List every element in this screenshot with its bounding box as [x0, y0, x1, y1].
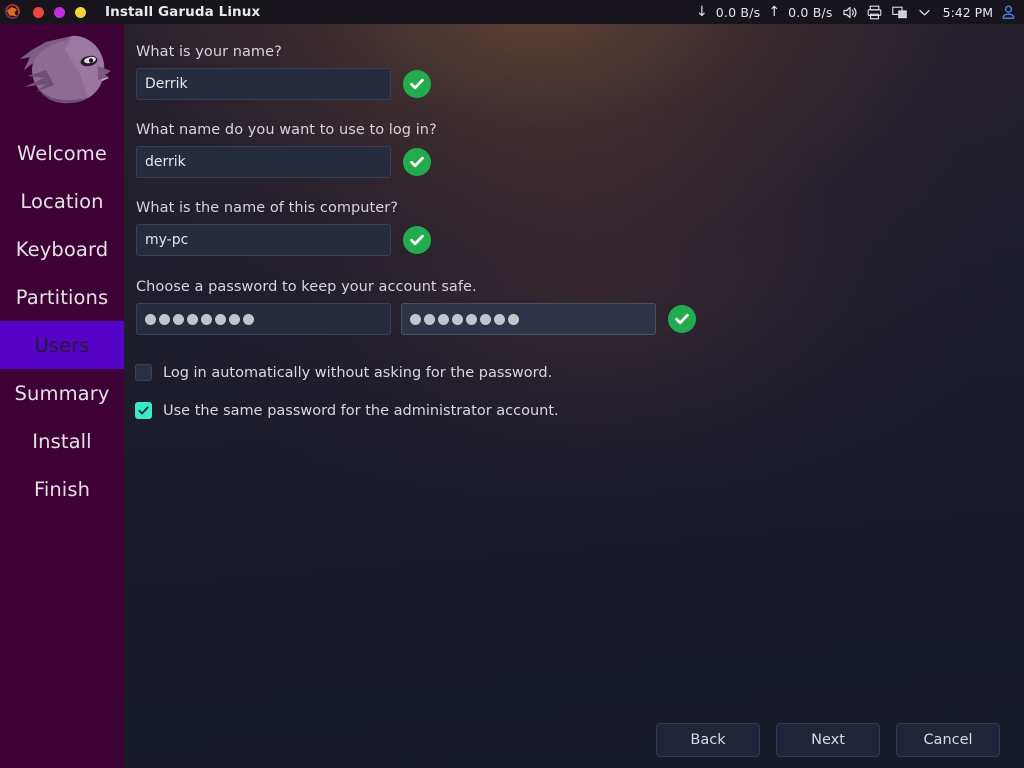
password-label: Choose a password to keep your account s…	[136, 279, 477, 295]
sidebar-item-label: Keyboard	[15, 237, 109, 261]
wizard-footer: Back Next Cancel	[124, 712, 1024, 768]
upload-speed-indicator: ↑	[764, 0, 784, 24]
user-icon[interactable]	[998, 0, 1021, 24]
maximize-button[interactable]	[54, 6, 65, 18]
sidebar-item-users[interactable]: Users	[0, 321, 124, 369]
upload-arrow-icon: ↑	[768, 4, 781, 20]
sidebar: Welcome Location Keyboard Partitions Use…	[0, 24, 124, 768]
garuda-eagle-logo	[0, 24, 124, 124]
login-name-valid-icon	[403, 148, 431, 176]
window-controls	[33, 6, 86, 18]
password-masked-value	[145, 313, 254, 325]
back-button[interactable]: Back	[656, 723, 760, 757]
cancel-button[interactable]: Cancel	[896, 723, 1000, 757]
hostname-label: What is the name of this computer?	[136, 200, 399, 216]
clock[interactable]: 5:42 PM	[937, 5, 998, 20]
sidebar-item-label: Users	[34, 333, 90, 357]
password-input[interactable]	[136, 303, 391, 335]
sidebar-item-label: Location	[20, 189, 104, 213]
autologin-checkbox-label: Log in automatically without asking for …	[163, 364, 553, 381]
next-button[interactable]: Next	[776, 723, 880, 757]
garuda-icon	[2, 1, 24, 22]
sidebar-item-keyboard[interactable]: Keyboard	[0, 225, 124, 273]
same-admin-password-checkbox-label: Use the same password for the administra…	[163, 402, 559, 419]
display-icon[interactable]	[887, 0, 912, 24]
minimize-button[interactable]	[75, 6, 86, 18]
download-speed-indicator: ↓	[692, 0, 712, 24]
full-name-label: What is your name?	[136, 44, 282, 60]
sidebar-item-label: Welcome	[17, 141, 107, 165]
sidebar-item-finish[interactable]: Finish	[0, 465, 124, 513]
download-speed-label: 0.0 B/s	[715, 4, 761, 20]
users-page: What is your name? Derrik What name do y…	[124, 24, 1024, 768]
confirm-password-input[interactable]	[401, 303, 656, 335]
window-title: Install Garuda Linux	[105, 4, 261, 20]
full-name-value: Derrik	[145, 76, 188, 92]
sidebar-item-label: Finish	[33, 477, 91, 501]
chevron-down-icon[interactable]	[912, 0, 937, 24]
sidebar-nav: Welcome Location Keyboard Partitions Use…	[0, 129, 124, 513]
autologin-checkbox-row[interactable]: Log in automatically without asking for …	[135, 364, 552, 381]
login-name-value: derrik	[145, 154, 186, 170]
sidebar-item-welcome[interactable]: Welcome	[0, 129, 124, 177]
full-name-valid-icon	[403, 70, 431, 98]
sidebar-item-label: Partitions	[15, 285, 109, 309]
download-arrow-icon: ↓	[696, 4, 708, 20]
confirm-password-masked-value	[410, 313, 519, 325]
title-bar: Install Garuda Linux ↓ 0.0 B/s ↑ 0.0 B/s	[0, 0, 1024, 24]
hostname-input[interactable]: my-pc	[136, 224, 391, 256]
login-name-label: What name do you want to use to log in?	[136, 122, 437, 138]
sidebar-item-summary[interactable]: Summary	[0, 369, 124, 417]
sidebar-item-location[interactable]: Location	[0, 177, 124, 225]
sidebar-item-partitions[interactable]: Partitions	[0, 273, 124, 321]
printer-icon[interactable]	[862, 0, 887, 24]
sidebar-item-install[interactable]: Install	[0, 417, 124, 465]
volume-icon[interactable]	[837, 0, 862, 24]
same-admin-password-checkbox-row[interactable]: Use the same password for the administra…	[135, 402, 559, 419]
installer-window: Install Garuda Linux ↓ 0.0 B/s ↑ 0.0 B/s	[0, 0, 1024, 768]
autologin-checkbox[interactable]	[135, 364, 152, 381]
upload-speed-label: 0.0 B/s	[788, 4, 833, 20]
password-valid-icon	[668, 305, 696, 333]
full-name-input[interactable]: Derrik	[136, 68, 391, 100]
sidebar-item-label: Summary	[14, 381, 110, 405]
hostname-valid-icon	[403, 226, 431, 254]
system-tray: ↓ 0.0 B/s ↑ 0.0 B/s 5:42 PM	[692, 0, 1024, 24]
same-admin-password-checkbox[interactable]	[135, 402, 152, 419]
close-button[interactable]	[33, 6, 44, 18]
login-name-input[interactable]: derrik	[136, 146, 391, 178]
sidebar-item-label: Install	[32, 429, 92, 453]
hostname-value: my-pc	[145, 232, 189, 248]
